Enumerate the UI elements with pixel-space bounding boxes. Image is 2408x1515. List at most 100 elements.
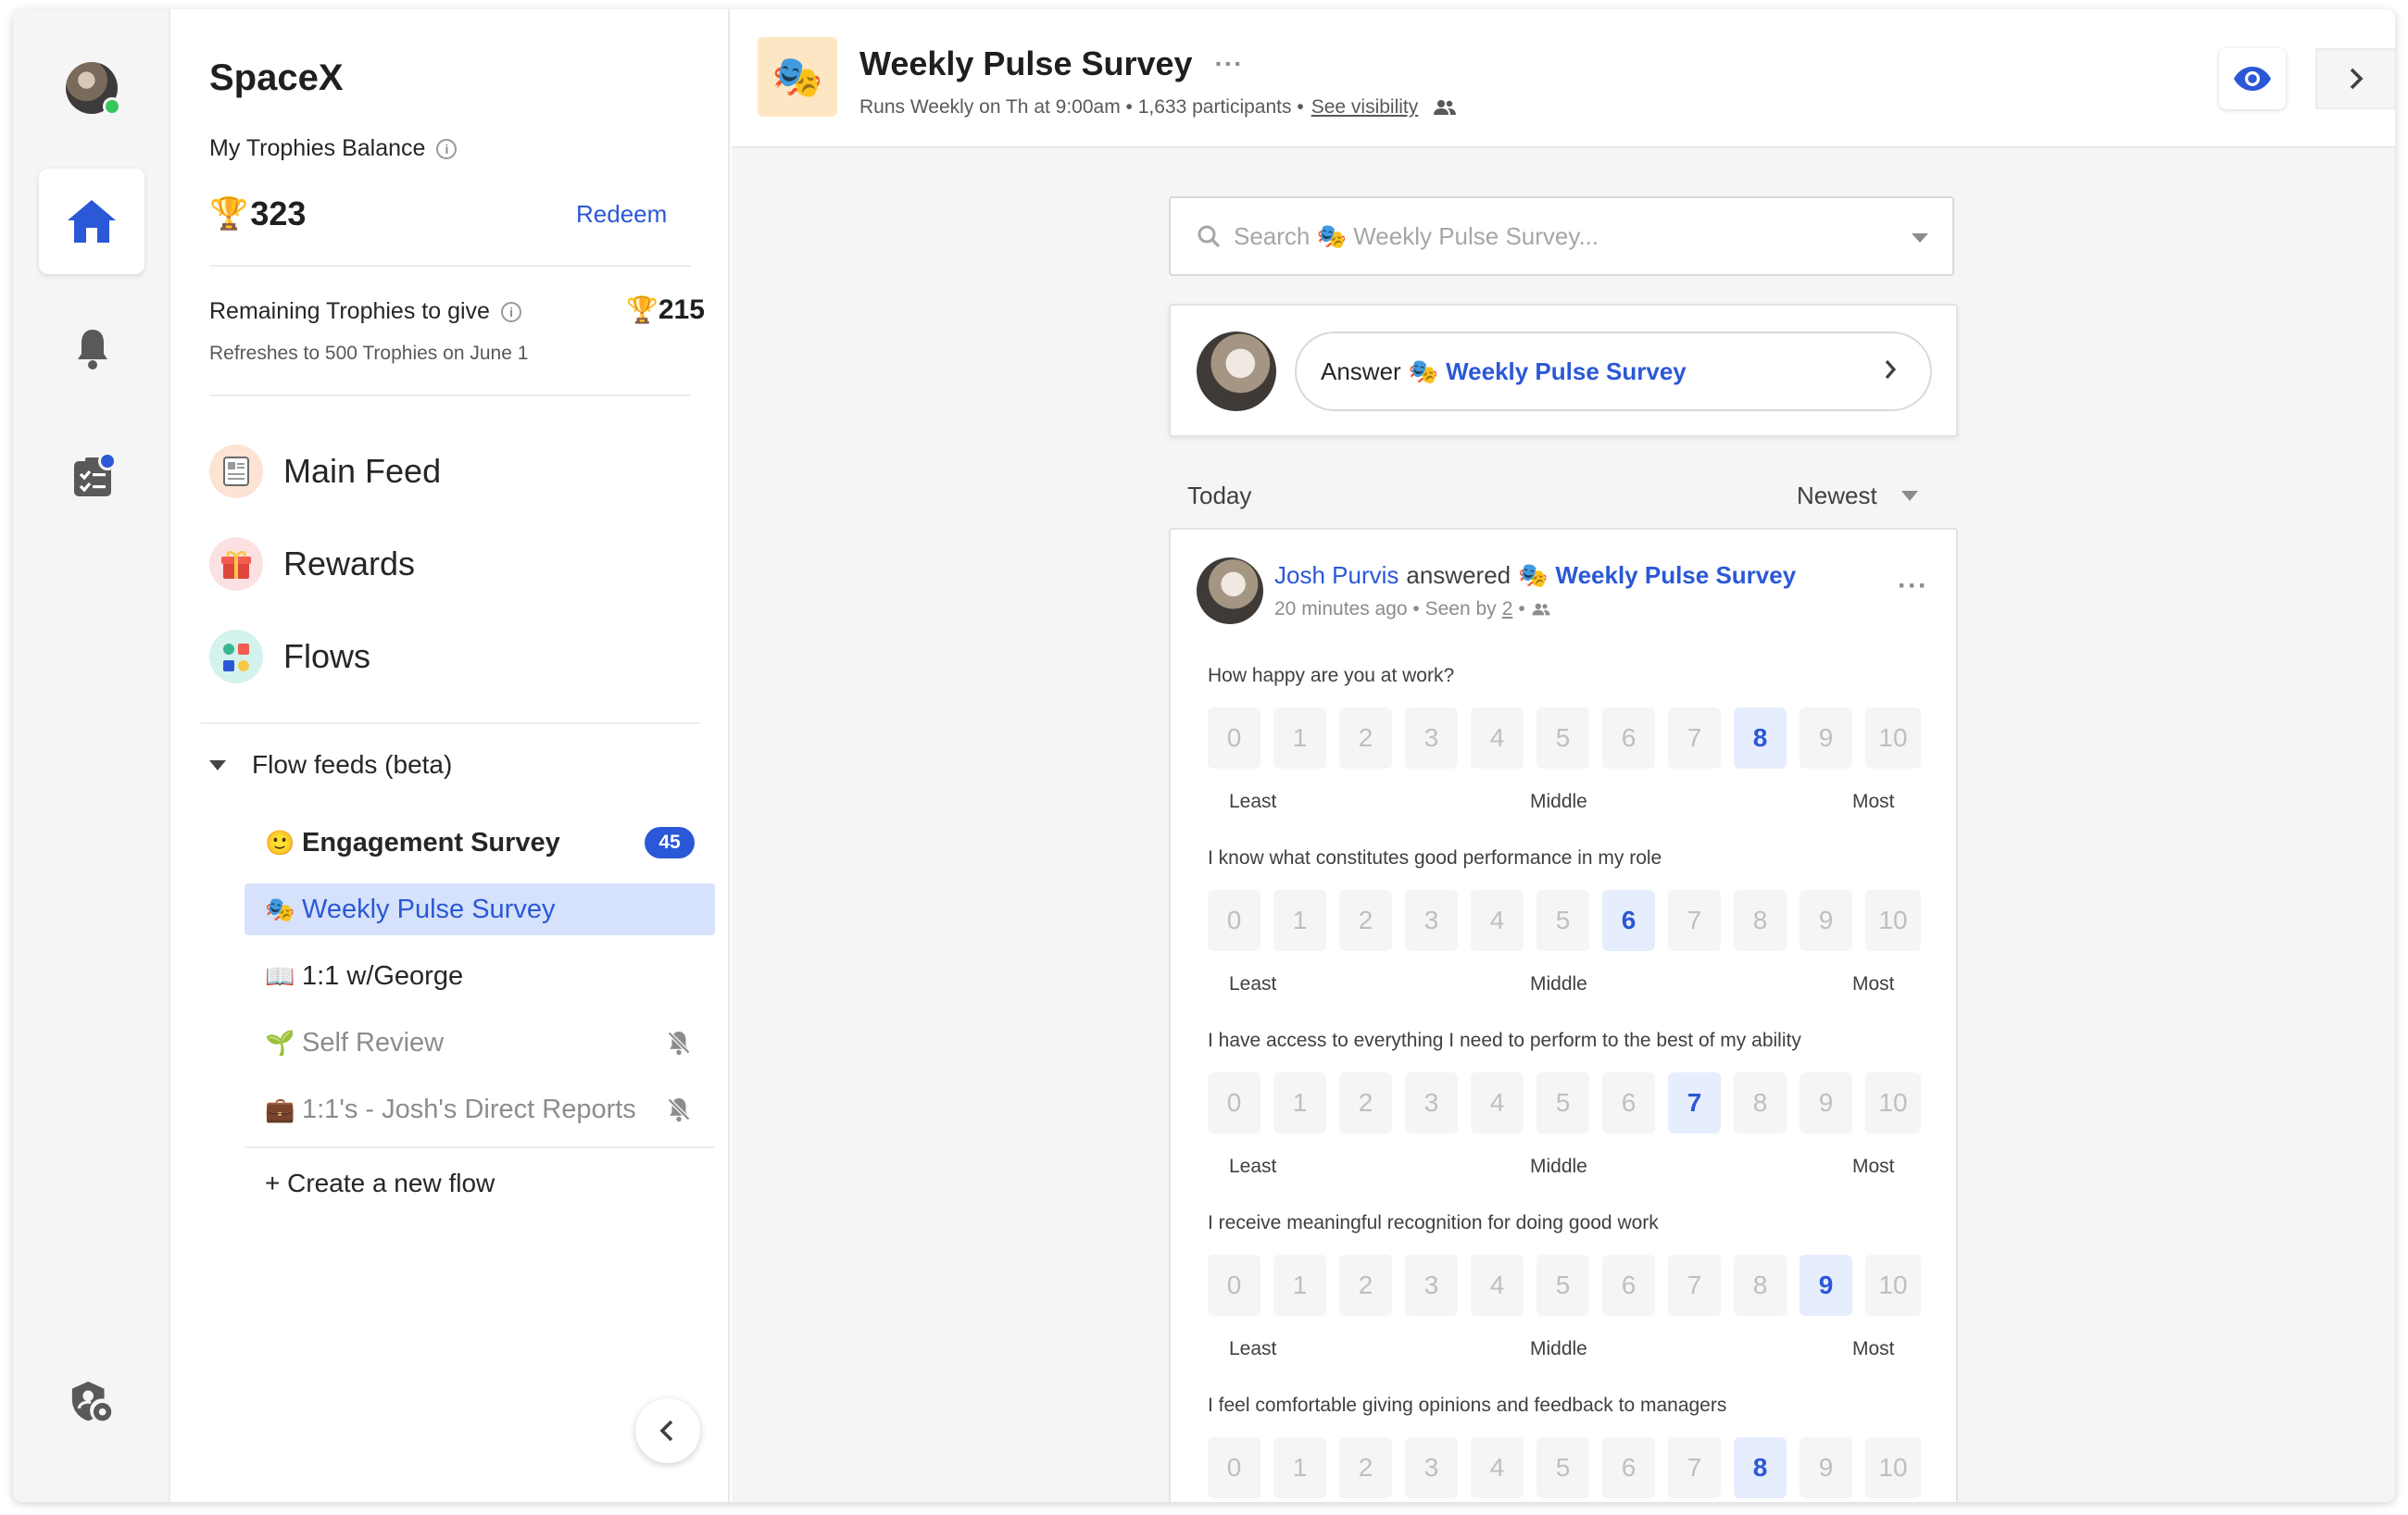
search-input[interactable] (1234, 221, 1863, 251)
rating-option[interactable]: 2 (1339, 890, 1392, 951)
feed-item-engagement-survey[interactable]: 🙂 Engagement Survey 45 (245, 817, 715, 869)
rating-option[interactable]: 0 (1208, 1072, 1260, 1133)
rating-option[interactable]: 1 (1273, 890, 1326, 951)
feed-item-label: Engagement Survey (302, 827, 560, 858)
rating-option-selected[interactable]: 9 (1800, 1255, 1852, 1316)
rating-option[interactable]: 9 (1800, 707, 1852, 769)
post-more-options-icon[interactable]: ··· (1898, 570, 1928, 602)
home-button[interactable] (39, 169, 144, 274)
rating-option[interactable]: 5 (1536, 1255, 1589, 1316)
user-avatar[interactable] (66, 62, 121, 116)
see-visibility-link[interactable]: See visibility (1311, 96, 1419, 119)
rating-option[interactable]: 2 (1339, 1072, 1392, 1133)
nav-item-rewards[interactable]: Rewards (209, 532, 691, 596)
rating-option[interactable]: 6 (1602, 1072, 1655, 1133)
response-post: Josh Purvis answered 🎭 Weekly Pulse Surv… (1169, 528, 1958, 1502)
sort-dropdown[interactable]: Newest (1797, 482, 1918, 510)
rating-option[interactable]: 3 (1405, 1437, 1458, 1498)
rating-option[interactable]: 5 (1536, 1072, 1589, 1133)
rating-option[interactable]: 9 (1800, 1437, 1852, 1498)
rating-option[interactable]: 6 (1602, 1255, 1655, 1316)
rating-option[interactable]: 6 (1602, 707, 1655, 769)
rating-option[interactable]: 0 (1208, 1437, 1260, 1498)
answer-flow-button[interactable]: Answer 🎭 Weekly Pulse Survey (1295, 332, 1932, 411)
rating-option[interactable]: 10 (1865, 1437, 1921, 1498)
rating-option[interactable]: 5 (1536, 707, 1589, 769)
nav-item-flows[interactable]: Flows (209, 624, 691, 689)
create-flow-button[interactable]: + Create a new flow (265, 1169, 495, 1198)
rating-option-selected[interactable]: 7 (1668, 1072, 1721, 1133)
info-icon[interactable]: i (436, 138, 458, 159)
post-flow-link[interactable]: Weekly Pulse Survey (1556, 561, 1797, 590)
app-window: SpaceX My Trophies Balance i 🏆 323 Redee… (13, 9, 2395, 1502)
people-icon (1532, 603, 1550, 616)
refresh-note: Refreshes to 500 Trophies on June 1 (209, 343, 529, 364)
rating-option[interactable]: 3 (1405, 1072, 1458, 1133)
scale-label-mid: Middle (1530, 973, 1587, 995)
rating-option[interactable]: 3 (1405, 890, 1458, 951)
rating-option[interactable]: 8 (1734, 1072, 1787, 1133)
rating-option-selected[interactable]: 6 (1602, 890, 1655, 951)
more-options-icon[interactable]: ··· (1215, 49, 1244, 79)
rating-option[interactable]: 4 (1471, 890, 1524, 951)
open-details-button[interactable] (2315, 48, 2395, 109)
rating-option[interactable]: 1 (1273, 1072, 1326, 1133)
remaining-trophies-label: Remaining Trophies to give i (209, 298, 521, 325)
rating-option[interactable]: 3 (1405, 707, 1458, 769)
admin-button[interactable] (69, 1380, 117, 1428)
rating-option[interactable]: 8 (1734, 890, 1787, 951)
rating-option[interactable]: 9 (1800, 890, 1852, 951)
rating-option[interactable]: 4 (1471, 1072, 1524, 1133)
rating-option[interactable]: 7 (1668, 1437, 1721, 1498)
scale-label-low: Least (1229, 1156, 1277, 1177)
divider (200, 722, 700, 724)
rating-option[interactable]: 10 (1865, 707, 1921, 769)
rating-option[interactable]: 4 (1471, 1255, 1524, 1316)
redeem-link[interactable]: Redeem (576, 200, 667, 229)
rating-option-selected[interactable]: 8 (1734, 707, 1787, 769)
rating-option[interactable]: 1 (1273, 1437, 1326, 1498)
feed-item-weekly-pulse-survey[interactable]: 🎭 Weekly Pulse Survey (245, 883, 715, 935)
author-name[interactable]: Josh Purvis (1274, 561, 1398, 590)
view-as-button[interactable] (2219, 48, 2286, 109)
rating-option[interactable]: 4 (1471, 707, 1524, 769)
info-icon[interactable]: i (500, 301, 521, 322)
rating-option[interactable]: 7 (1668, 890, 1721, 951)
tasks-button[interactable] (69, 452, 117, 500)
rating-option[interactable]: 5 (1536, 890, 1589, 951)
rating-option[interactable]: 2 (1339, 1255, 1392, 1316)
caret-down-icon (209, 759, 226, 770)
feed-item-self-review[interactable]: 🌱 Self Review (245, 1017, 715, 1069)
feed-item-direct-reports[interactable]: 💼 1:1's - Josh's Direct Reports (245, 1083, 715, 1135)
rating-option[interactable]: 0 (1208, 1255, 1260, 1316)
rating-option[interactable]: 1 (1273, 1255, 1326, 1316)
collapse-sidebar-button[interactable] (635, 1398, 700, 1463)
feed-item-1-1-george[interactable]: 📖 1:1 w/George (245, 950, 715, 1002)
rating-option-selected[interactable]: 8 (1734, 1437, 1787, 1498)
rating-option[interactable]: 9 (1800, 1072, 1852, 1133)
notifications-button[interactable] (69, 324, 117, 372)
caret-down-icon[interactable] (1912, 233, 1928, 243)
rating-option[interactable]: 10 (1865, 1072, 1921, 1133)
rating-option[interactable]: 1 (1273, 707, 1326, 769)
author-avatar[interactable] (1197, 557, 1263, 624)
nav-item-main-feed[interactable]: Main Feed (209, 439, 691, 504)
flow-feeds-toggle[interactable]: Flow feeds (beta) (209, 750, 452, 780)
bell-off-icon[interactable] (665, 1096, 693, 1123)
rating-option[interactable]: 5 (1536, 1437, 1589, 1498)
flow-search[interactable] (1169, 196, 1954, 276)
rating-option[interactable]: 8 (1734, 1255, 1787, 1316)
rating-option[interactable]: 4 (1471, 1437, 1524, 1498)
rating-option[interactable]: 2 (1339, 1437, 1392, 1498)
rating-option[interactable]: 6 (1602, 1437, 1655, 1498)
bell-off-icon[interactable] (665, 1029, 693, 1057)
rating-option[interactable]: 0 (1208, 707, 1260, 769)
rating-option[interactable]: 2 (1339, 707, 1392, 769)
rating-option[interactable]: 10 (1865, 1255, 1921, 1316)
rating-option[interactable]: 10 (1865, 890, 1921, 951)
rating-option[interactable]: 0 (1208, 890, 1260, 951)
rating-option[interactable]: 3 (1405, 1255, 1458, 1316)
rating-option[interactable]: 7 (1668, 1255, 1721, 1316)
rating-option[interactable]: 7 (1668, 707, 1721, 769)
seen-by-count[interactable]: 2 (1502, 598, 1513, 620)
